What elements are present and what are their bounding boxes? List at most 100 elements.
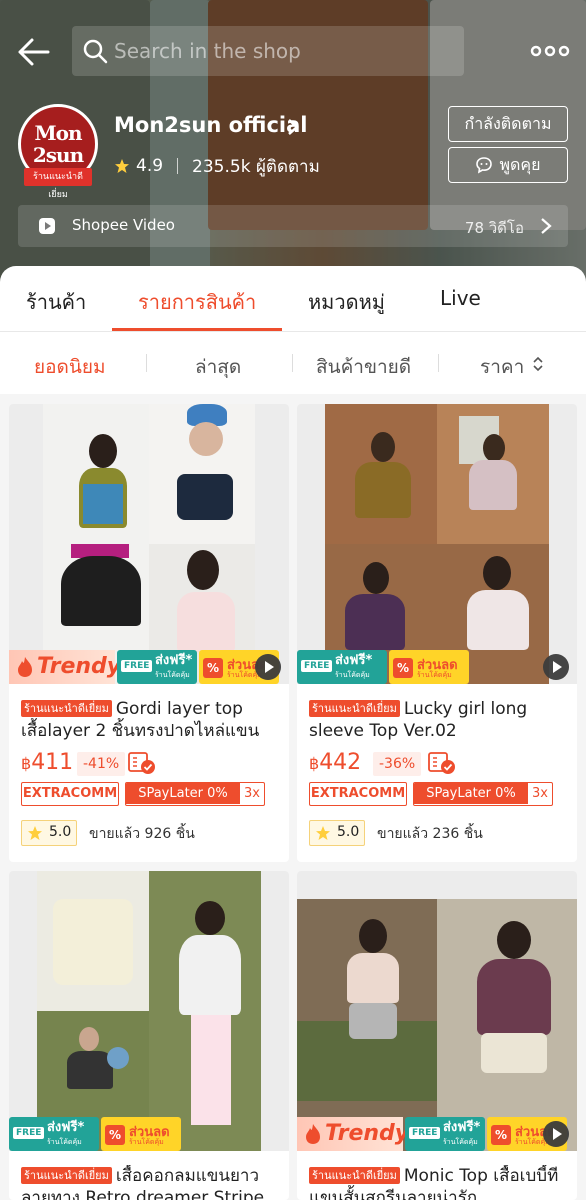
shirt-flatlay bbox=[53, 899, 133, 985]
preferred-tag: ร้านแนะนำดีเยี่ยม bbox=[309, 700, 400, 717]
sort-latest[interactable]: ล่าสุด bbox=[195, 352, 241, 382]
installment-label: 3x bbox=[532, 786, 548, 801]
more-options-icon[interactable] bbox=[528, 36, 572, 66]
percent-icon: % bbox=[105, 1125, 125, 1145]
chat-icon bbox=[476, 157, 493, 174]
following-button[interactable]: กำลังติดตาม bbox=[448, 106, 568, 142]
product-title[interactable]: ร้านแนะนำดีเยี่ยม เสื้อคอกลมแขนยาวลายทาง … bbox=[21, 1165, 279, 1200]
divider bbox=[146, 354, 147, 372]
model-figure bbox=[177, 592, 235, 652]
free-shipping-label: ส่งฟรี* bbox=[443, 1120, 481, 1135]
chevron-right-icon[interactable] bbox=[286, 117, 300, 137]
preferred-tag: ร้านแนะนำดีเยี่ยม bbox=[309, 1167, 400, 1184]
trendy-label: Trendy bbox=[325, 1121, 410, 1146]
promo-strip: Trendy FREE ส่งฟรี* ร้านโค้ดคุ้ม % ส่วนล… bbox=[297, 1117, 577, 1151]
sold-count: ขายแล้ว 236 ชิ้น bbox=[377, 826, 483, 842]
model-figure bbox=[83, 484, 123, 524]
promo-strip: FREE ส่งฟรี* ร้านโค้ดคุ้ม % ส่วนลด ร้านโ… bbox=[9, 1117, 289, 1151]
play-icon[interactable] bbox=[543, 1121, 569, 1147]
flame-icon bbox=[306, 1124, 320, 1144]
shop-stats: 4.9 235.5k ผู้ติดตาม bbox=[114, 154, 320, 178]
chevron-right-icon bbox=[541, 218, 552, 234]
free-tag: FREE bbox=[13, 1127, 45, 1139]
product-image[interactable] bbox=[9, 404, 289, 684]
price-value: 411 bbox=[31, 750, 74, 775]
star-icon bbox=[28, 826, 42, 840]
shopee-video-icon bbox=[39, 218, 55, 234]
play-icon[interactable] bbox=[255, 654, 281, 680]
product-card[interactable]: Trendy FREE ส่งฟรี* ร้านโค้ดคุ้ม % ส่วนล… bbox=[297, 871, 577, 1200]
sort-bestseller[interactable]: สินค้าขายดี bbox=[316, 352, 411, 382]
model-figure bbox=[61, 556, 141, 626]
price-value: 442 bbox=[319, 750, 362, 775]
tab-shop[interactable]: ร้านค้า bbox=[26, 286, 86, 318]
model-figure bbox=[195, 901, 225, 935]
search-input[interactable]: Search in the shop bbox=[72, 26, 464, 76]
tab-live[interactable]: Live bbox=[440, 286, 481, 310]
discount-sub: ร้านโค้ดคุ้ม bbox=[417, 671, 452, 679]
sort-bar: ยอดนิยม ล่าสุด สินค้าขายดี ราคา bbox=[0, 332, 586, 394]
spaylater-badge: SPayLater 0% 3x bbox=[125, 782, 265, 806]
product-image[interactable] bbox=[297, 404, 577, 684]
model-figure bbox=[89, 434, 117, 468]
logo-text-line1: Mon bbox=[34, 121, 82, 145]
sort-price[interactable]: ราคา bbox=[480, 352, 524, 382]
tab-products[interactable]: รายการสินค้า bbox=[138, 286, 256, 318]
free-shipping-sub: ร้านโค้ดคุ้ม bbox=[155, 671, 190, 679]
play-icon[interactable] bbox=[543, 654, 569, 680]
trendy-badge: Trendy bbox=[297, 1117, 409, 1151]
free-shipping-label: ส่งฟรี* bbox=[335, 653, 373, 668]
product-card[interactable]: FREE ส่งฟรี* ร้านโค้ดคุ้ม % ส่วนลด ร้านโ… bbox=[297, 404, 577, 862]
model-figure bbox=[477, 959, 551, 1035]
product-title[interactable]: ร้านแนะนำดีเยี่ยม Monic Top เสื้อเบบี้ทีแ… bbox=[309, 1165, 567, 1200]
currency-symbol: ฿ bbox=[21, 754, 32, 773]
product-image[interactable] bbox=[297, 871, 577, 1151]
shop-rating: 4.9 bbox=[136, 156, 164, 176]
model-figure bbox=[467, 590, 529, 650]
discount-percent: -41% bbox=[77, 752, 126, 776]
model-figure bbox=[371, 432, 395, 462]
sort-popular[interactable]: ยอดนิยม bbox=[34, 352, 106, 382]
spaylater-badge: SPayLater 0% 3x bbox=[413, 782, 553, 806]
shopee-video-bar[interactable]: Shopee Video 78 วิดีโอ bbox=[18, 205, 568, 247]
discount-badge: % ส่วนลด ร้านโค้ดคุ้ม bbox=[101, 1117, 181, 1151]
trendy-badge: Trendy bbox=[9, 650, 121, 684]
currency-symbol: ฿ bbox=[309, 754, 320, 773]
shop-header: Search in the shop Mon 2sun ร้านแนะนำดีเ… bbox=[0, 0, 586, 290]
model-figure bbox=[187, 550, 219, 590]
product-image[interactable] bbox=[9, 871, 289, 1151]
product-price: ฿411 bbox=[21, 750, 73, 775]
discount-percent: -36% bbox=[373, 752, 422, 776]
free-shipping-badge: FREE ส่งฟรี* ร้านโค้ดคุ้ม bbox=[405, 1117, 485, 1151]
shop-name[interactable]: Mon2sun official bbox=[114, 113, 307, 137]
preferred-shop-badge: ร้านแนะนำดีเยี่ยม bbox=[24, 168, 92, 200]
free-shipping-sub: ร้านโค้ดคุ้ม bbox=[47, 1138, 82, 1146]
percent-icon: % bbox=[491, 1125, 511, 1145]
back-arrow-icon[interactable] bbox=[14, 32, 54, 72]
preferred-tag: ร้านแนะนำดีเยี่ยม bbox=[21, 700, 112, 717]
model-figure bbox=[189, 422, 223, 456]
product-price: ฿442 bbox=[309, 750, 361, 775]
extracomm-badge: EXTRACOMM bbox=[309, 782, 407, 806]
product-card[interactable]: Trendy FREE ส่งฟรี* ร้านโค้ดคุ้ม % ส่วนล… bbox=[9, 404, 289, 862]
percent-icon: % bbox=[393, 658, 413, 678]
chat-button[interactable]: พูดคุย bbox=[448, 147, 568, 183]
shop-tabs: ร้านค้า รายการสินค้า หมวดหมู่ Live bbox=[0, 266, 586, 332]
sold-count: ขายแล้ว 926 ชิ้น bbox=[89, 826, 195, 842]
product-card[interactable]: FREE ส่งฟรี* ร้านโค้ดคุ้ม % ส่วนลด ร้านโ… bbox=[9, 871, 289, 1200]
product-title[interactable]: ร้านแนะนำดีเยี่ยม Gordi layer top เสื้อla… bbox=[21, 698, 279, 742]
model-figure bbox=[345, 594, 405, 650]
free-tag: FREE bbox=[121, 660, 153, 672]
free-shipping-sub: ร้านโค้ดคุ้ม bbox=[443, 1138, 478, 1146]
flame-icon bbox=[18, 657, 32, 677]
divider bbox=[438, 354, 439, 372]
product-rating: 5.0 bbox=[21, 820, 77, 846]
tab-categories[interactable]: หมวดหมู่ bbox=[308, 286, 385, 318]
video-label: Shopee Video bbox=[72, 216, 175, 234]
sort-arrows-icon[interactable] bbox=[531, 354, 545, 374]
star-icon bbox=[316, 826, 330, 840]
model-figure bbox=[177, 474, 233, 520]
installment-label: 3x bbox=[244, 786, 260, 801]
model-figure bbox=[349, 1003, 397, 1039]
product-title[interactable]: ร้านแนะนำดีเยี่ยม Lucky girl long sleeve … bbox=[309, 698, 567, 742]
